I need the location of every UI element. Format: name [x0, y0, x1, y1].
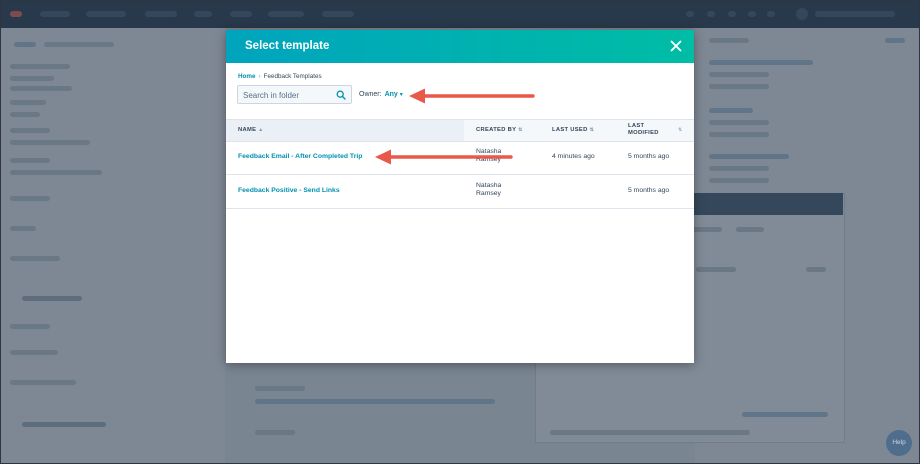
screenshot-border — [0, 0, 920, 464]
